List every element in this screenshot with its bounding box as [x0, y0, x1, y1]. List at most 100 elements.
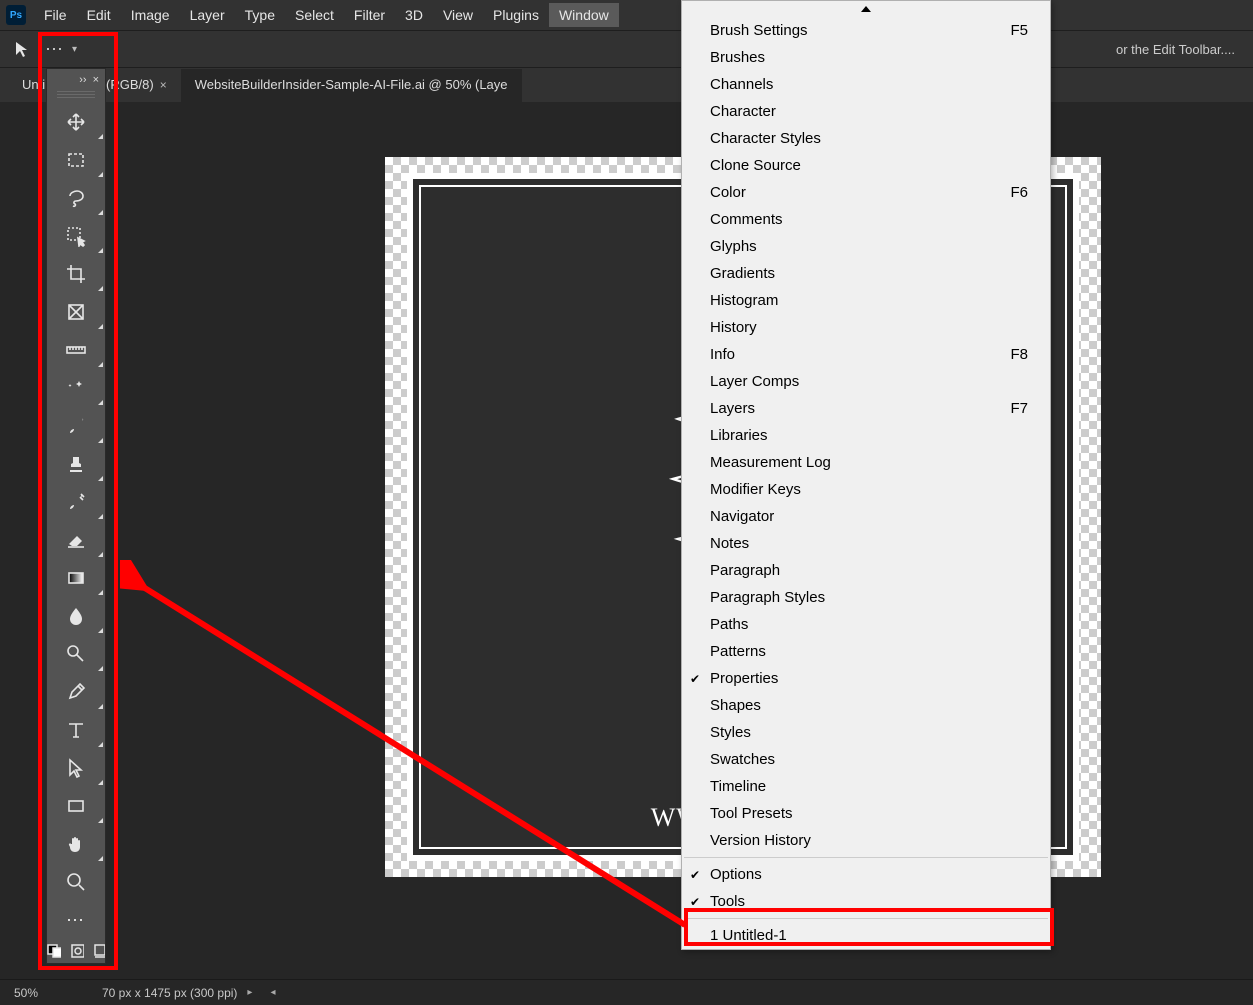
menu-item-label: Properties — [710, 670, 778, 687]
stamp-tool[interactable] — [47, 445, 105, 483]
pen-tool[interactable] — [47, 673, 105, 711]
tools-panel-header[interactable]: ›› × — [47, 69, 105, 91]
menu-item-modifier-keys[interactable]: Modifier Keys — [682, 476, 1050, 503]
close-icon[interactable]: × — [160, 78, 167, 92]
menu-shortcut: F5 — [1010, 22, 1028, 39]
menu-file[interactable]: File — [34, 3, 77, 27]
history-brush-tool[interactable] — [47, 483, 105, 521]
path-select-tool[interactable] — [47, 749, 105, 787]
menu-shortcut: F7 — [1010, 400, 1028, 417]
quick-mask-icon[interactable] — [71, 944, 84, 958]
menu-item-patterns[interactable]: Patterns — [682, 638, 1050, 665]
menu-item-paragraph-styles[interactable]: Paragraph Styles — [682, 584, 1050, 611]
menu-3d[interactable]: 3D — [395, 3, 433, 27]
menu-item-1-untitled-1[interactable]: 1 Untitled-1 — [682, 922, 1050, 949]
menu-select[interactable]: Select — [285, 3, 344, 27]
menu-image[interactable]: Image — [121, 3, 180, 27]
frame-tool[interactable] — [47, 293, 105, 331]
menu-item-character[interactable]: Character — [682, 98, 1050, 125]
menu-item-label: Tool Presets — [710, 805, 793, 822]
tab-doc-2[interactable]: WebsiteBuilderInsider-Sample-AI-File.ai … — [181, 69, 522, 102]
menu-item-label: Gradients — [710, 265, 775, 282]
tool-options-icon[interactable]: ⋯ — [40, 35, 70, 63]
menu-item-history[interactable]: History — [682, 314, 1050, 341]
menu-item-label: Character — [710, 103, 776, 120]
ruler-tool[interactable] — [47, 331, 105, 369]
menu-item-options[interactable]: ✔Options — [682, 861, 1050, 888]
crop-tool[interactable] — [47, 255, 105, 293]
menu-item-libraries[interactable]: Libraries — [682, 422, 1050, 449]
menu-type[interactable]: Type — [235, 3, 285, 27]
menu-item-comments[interactable]: Comments — [682, 206, 1050, 233]
menu-item-styles[interactable]: Styles — [682, 719, 1050, 746]
dodge-tool[interactable] — [47, 635, 105, 673]
blur-tool[interactable] — [47, 597, 105, 635]
window-menu-dropdown: Brush SettingsF5BrushesChannels Character… — [681, 0, 1051, 950]
brush-tool[interactable] — [47, 407, 105, 445]
menu-item-brushes[interactable]: Brushes — [682, 44, 1050, 71]
menu-item-info[interactable]: InfoF8 — [682, 341, 1050, 368]
menu-item-label: Options — [710, 866, 762, 883]
chevron-down-icon[interactable]: ▾ — [72, 44, 77, 55]
menu-item-paragraph[interactable]: Paragraph — [682, 557, 1050, 584]
scroll-up-icon[interactable] — [682, 1, 1050, 17]
menu-item-notes[interactable]: Notes — [682, 530, 1050, 557]
chevron-left-icon[interactable]: ◂ — [270, 987, 275, 998]
menu-item-channels[interactable]: Channels — [682, 71, 1050, 98]
menu-item-timeline[interactable]: Timeline — [682, 773, 1050, 800]
menu-item-label: Layers — [710, 400, 755, 417]
menu-edit[interactable]: Edit — [77, 3, 121, 27]
doc-dimensions: 70 px x 1475 px (300 ppi) — [102, 986, 237, 1000]
lasso-tool[interactable] — [47, 179, 105, 217]
hand-tool[interactable] — [47, 825, 105, 863]
menu-item-label: Swatches — [710, 751, 775, 768]
menu-item-shapes[interactable]: Shapes — [682, 692, 1050, 719]
menu-item-brush-settings[interactable]: Brush SettingsF5 — [682, 17, 1050, 44]
edit-toolbar[interactable]: ⋯ — [47, 901, 105, 939]
menu-item-histogram[interactable]: Histogram — [682, 287, 1050, 314]
menu-item-tools[interactable]: ✔Tools — [682, 888, 1050, 915]
menu-filter[interactable]: Filter — [344, 3, 395, 27]
menu-item-tool-presets[interactable]: Tool Presets — [682, 800, 1050, 827]
menu-item-color[interactable]: ColorF6 — [682, 179, 1050, 206]
eraser-tool[interactable] — [47, 521, 105, 559]
menu-item-clone-source[interactable]: Clone Source — [682, 152, 1050, 179]
zoom-tool[interactable] — [47, 863, 105, 901]
menu-item-label: Layer Comps — [710, 373, 799, 390]
menu-item-label: Character Styles — [710, 130, 821, 147]
menu-plugins[interactable]: Plugins — [483, 3, 549, 27]
wand-tool[interactable] — [47, 369, 105, 407]
gradient-tool[interactable] — [47, 559, 105, 597]
menu-layer[interactable]: Layer — [180, 3, 235, 27]
menu-item-version-history[interactable]: Version History — [682, 827, 1050, 854]
menu-item-label: Libraries — [710, 427, 768, 444]
collapse-icon[interactable]: ›› — [79, 74, 86, 86]
menu-item-layers[interactable]: Layers F7 — [682, 395, 1050, 422]
menu-item-label: Notes — [710, 535, 749, 552]
chevron-right-icon[interactable]: ▸ — [247, 987, 252, 998]
fg-bg-swatch-icon[interactable] — [47, 944, 61, 958]
menu-item-gradients[interactable]: Gradients — [682, 260, 1050, 287]
menu-item-paths[interactable]: Paths — [682, 611, 1050, 638]
marquee-tool[interactable] — [47, 141, 105, 179]
menu-item-character-styles[interactable]: Character Styles — [682, 125, 1050, 152]
menu-item-navigator[interactable]: Navigator — [682, 503, 1050, 530]
menu-view[interactable]: View — [433, 3, 483, 27]
zoom-level[interactable]: 50% — [14, 986, 96, 1000]
close-icon[interactable]: × — [93, 74, 99, 86]
type-tool[interactable] — [47, 711, 105, 749]
menu-item-layer-comps[interactable]: Layer Comps — [682, 368, 1050, 395]
menu-item-label: Comments — [710, 211, 783, 228]
menu-window[interactable]: Window — [549, 3, 619, 27]
menu-item-properties[interactable]: ✔Properties — [682, 665, 1050, 692]
menu-item-glyphs[interactable]: Glyphs — [682, 233, 1050, 260]
move-tool[interactable] — [47, 103, 105, 141]
tools-panel[interactable]: ›› × ⋯ — [46, 68, 106, 964]
screen-mode-icon[interactable] — [94, 944, 105, 958]
quick-select-tool[interactable] — [47, 217, 105, 255]
document-tabs: Unti @ 16.7% (RGB/8) × WebsiteBuilderIns… — [0, 68, 1253, 102]
panel-grip[interactable] — [57, 91, 95, 99]
menu-item-swatches[interactable]: Swatches — [682, 746, 1050, 773]
rectangle-tool[interactable] — [47, 787, 105, 825]
menu-item-measurement-log[interactable]: Measurement Log — [682, 449, 1050, 476]
